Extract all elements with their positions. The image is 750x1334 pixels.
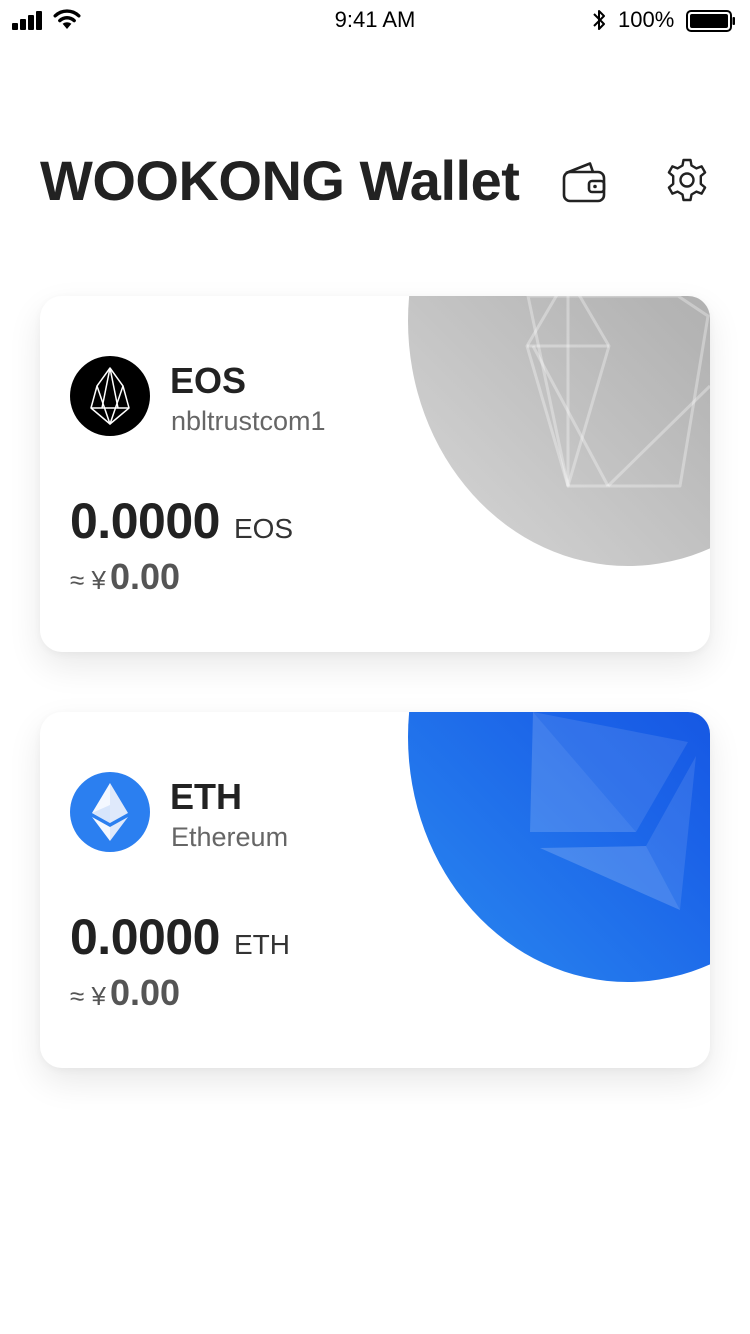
- page-title: WOOKONG Wallet: [40, 149, 520, 212]
- fiat-value: 0.00: [109, 972, 181, 1013]
- eos-watermark-icon: [525, 296, 710, 488]
- wallet-card-eos[interactable]: EOS nbltrustcom1 0.0000 EOS ≈ ¥0.00: [40, 296, 710, 652]
- wallet-card-eth[interactable]: ETH Ethereum 0.0000 ETH ≈ ¥0.00: [40, 712, 710, 1068]
- battery-percent: 100%: [618, 7, 675, 32]
- fiat-line: ≈ ¥0.00: [70, 972, 180, 1014]
- balance-line: 0.0000 ETH: [70, 908, 290, 966]
- balance-amount: 0.0000: [70, 493, 220, 549]
- eth-logo-icon: [70, 772, 150, 852]
- fiat-value: 0.00: [109, 556, 181, 597]
- account-name: nbltrustcom1: [171, 406, 326, 436]
- fiat-prefix: ≈ ¥: [70, 981, 106, 1011]
- wallet-icon: [562, 162, 606, 203]
- balance-amount: 0.0000: [70, 909, 220, 965]
- status-bar: 9:41 AM 100%: [0, 0, 750, 40]
- coin-symbol: EOS: [170, 360, 247, 401]
- balance-unit: ETH: [233, 929, 290, 960]
- bluetooth-icon: [593, 10, 605, 30]
- fiat-prefix: ≈ ¥: [70, 565, 106, 595]
- coin-name: Ethereum: [171, 822, 289, 852]
- battery-icon: [686, 10, 735, 32]
- balance-line: 0.0000 EOS: [70, 492, 293, 550]
- fiat-line: ≈ ¥0.00: [70, 556, 180, 598]
- eth-watermark-icon: [530, 712, 696, 910]
- eos-logo-icon: [70, 356, 150, 436]
- balance-unit: EOS: [233, 513, 294, 544]
- coin-symbol: ETH: [170, 776, 242, 817]
- settings-button[interactable]: [663, 156, 711, 204]
- wallet-button[interactable]: [559, 158, 607, 206]
- gear-icon: [667, 158, 707, 202]
